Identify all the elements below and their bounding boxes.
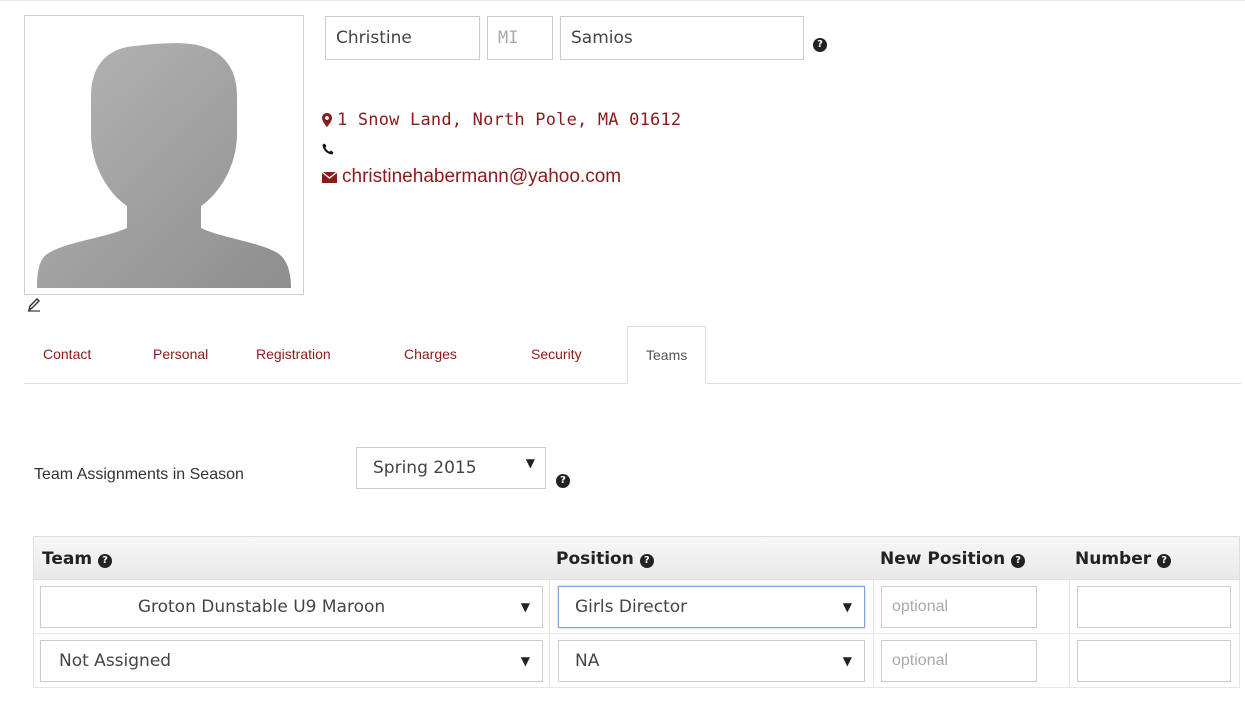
tab-charges[interactable]: Charges: [404, 326, 457, 383]
pencil-icon[interactable]: [27, 296, 41, 312]
position-select[interactable]: Girls Director ▼: [558, 586, 865, 628]
season-label: Team Assignments in Season: [34, 466, 244, 483]
season-select[interactable]: Spring 2015 ▼: [356, 447, 546, 489]
team-select-value: Not Assigned: [59, 651, 172, 671]
avatar-placeholder-icon: [37, 43, 291, 289]
tab-security[interactable]: Security: [531, 326, 582, 383]
tab-personal[interactable]: Personal: [153, 326, 208, 383]
position-select-value: Girls Director: [575, 597, 688, 617]
cell-divider: [873, 634, 874, 687]
team-select[interactable]: Groton Dunstable U9 Maroon ▼: [40, 586, 543, 628]
position-select[interactable]: NA ▼: [558, 640, 865, 682]
email-link[interactable]: christinehabermann@yahoo.com: [342, 166, 621, 187]
dropdown-caret-icon: ▼: [520, 654, 530, 668]
tab-teams[interactable]: Teams: [627, 326, 707, 384]
header-new-position: New Position?: [880, 549, 1026, 569]
help-icon[interactable]: ?: [1011, 554, 1026, 568]
map-marker-icon: [322, 113, 332, 127]
table-row: Groton Dunstable U9 Maroon ▼ Girls Direc…: [33, 580, 1240, 634]
dropdown-caret-icon: ▼: [520, 600, 530, 614]
help-icon[interactable]: ?: [639, 554, 654, 568]
team-select[interactable]: Not Assigned ▼: [40, 640, 543, 682]
header-number: Number?: [1075, 549, 1172, 569]
profile-photo[interactable]: [24, 15, 304, 295]
first-name-input[interactable]: [325, 16, 480, 60]
number-input[interactable]: [1077, 586, 1231, 628]
header-position: Position?: [556, 549, 654, 569]
help-icon[interactable]: ?: [813, 38, 827, 52]
dropdown-caret-icon: ▼: [842, 654, 852, 668]
table-row: Not Assigned ▼ NA ▼: [33, 634, 1240, 688]
table-header: Team? Position? New Position? Number?: [33, 536, 1240, 580]
email-line[interactable]: christinehabermann@yahoo.com: [322, 166, 621, 188]
team-select-value: Groton Dunstable U9 Maroon: [137, 597, 386, 617]
help-icon[interactable]: ?: [556, 474, 570, 488]
middle-initial-input[interactable]: [487, 16, 553, 60]
last-name-input[interactable]: [560, 16, 804, 60]
top-divider: [0, 0, 1245, 1]
number-input[interactable]: [1077, 640, 1231, 682]
phone-line[interactable]: [322, 139, 339, 159]
tab-registration[interactable]: Registration: [256, 326, 331, 383]
cell-divider: [549, 634, 550, 687]
profile-tabs: Contact Personal Registration Charges Se…: [24, 326, 1241, 384]
cell-divider: [549, 580, 550, 633]
header-team: Team?: [42, 549, 113, 569]
dropdown-caret-icon: ▼: [842, 600, 852, 614]
dropdown-caret-icon: ▼: [525, 456, 535, 470]
help-icon[interactable]: ?: [98, 554, 113, 568]
position-select-value: NA: [575, 651, 600, 671]
cell-divider: [1069, 580, 1070, 633]
new-position-input[interactable]: [881, 586, 1037, 628]
team-assignments-table: Team? Position? New Position? Number? Gr…: [33, 536, 1240, 694]
address-text[interactable]: 1 Snow Land, North Pole, MA 01612: [337, 110, 681, 130]
season-selected-value: Spring 2015: [373, 458, 477, 478]
tab-contact[interactable]: Contact: [43, 326, 91, 383]
cell-divider: [1069, 634, 1070, 687]
new-position-input[interactable]: [881, 640, 1037, 682]
phone-icon: [322, 143, 334, 155]
envelope-icon: [322, 171, 337, 183]
help-icon[interactable]: ?: [1157, 554, 1172, 568]
cell-divider: [873, 580, 874, 633]
address-line[interactable]: 1 Snow Land, North Pole, MA 01612: [322, 110, 681, 130]
